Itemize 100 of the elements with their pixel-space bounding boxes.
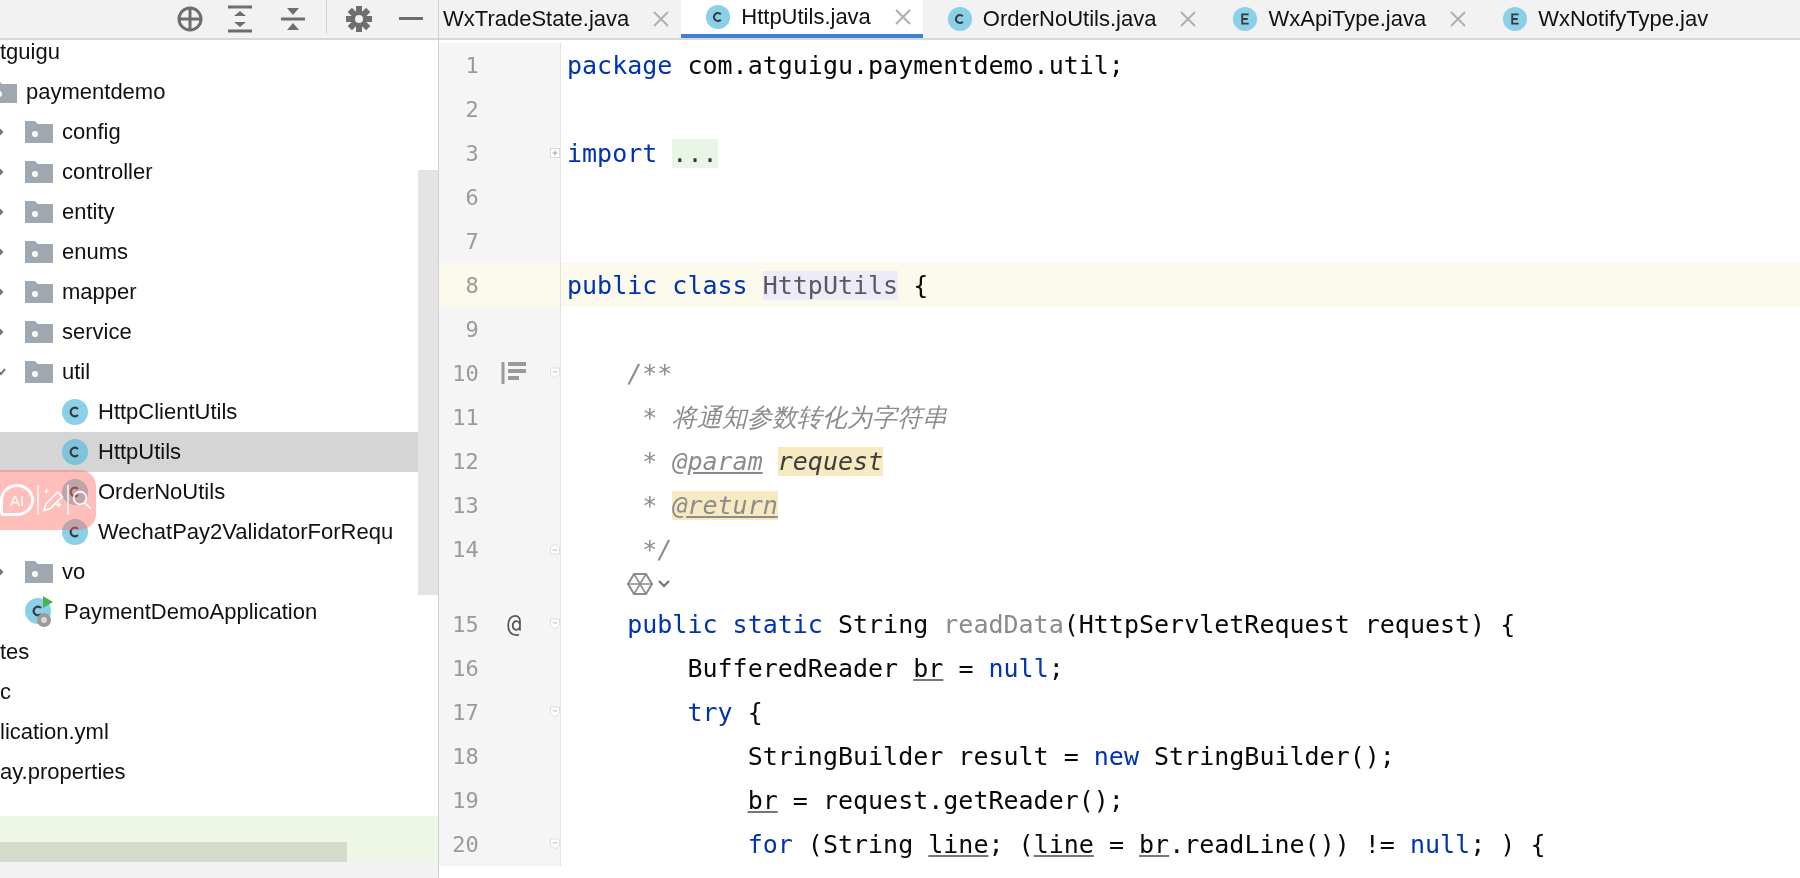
pencil-sparkle-icon[interactable] (42, 486, 64, 514)
editor-tab[interactable]: HttpUtils.java (681, 0, 923, 38)
tree-item-label: util (62, 359, 91, 385)
editor-tab[interactable]: WxApiType.java (1208, 0, 1479, 38)
folder-icon (25, 161, 53, 183)
class-icon (61, 438, 89, 466)
code-line: for (String line; (line = br.readLine()) != null; ) { (746, 829, 1546, 859)
tree-item-label: c (0, 679, 11, 705)
class-icon (705, 4, 732, 30)
inlay-hint-icon[interactable] (625, 571, 671, 596)
settings-icon[interactable] (346, 6, 372, 32)
close-icon[interactable] (894, 9, 911, 25)
line-number: 8 (464, 272, 479, 298)
code-line: public class HttpUtils { (566, 270, 929, 300)
folder-icon (25, 281, 53, 303)
implements-marker[interactable]: @ (507, 610, 522, 638)
tree-item-label: tguigu (0, 40, 60, 65)
tree-item-label: service (62, 319, 132, 345)
tree-item-label: enums (62, 239, 129, 265)
enum-icon (1502, 6, 1529, 32)
code-line: package com.atguigu.paymentdemo.util; (566, 50, 1124, 80)
app-class-icon (25, 596, 55, 628)
line-number: 17 (451, 699, 479, 725)
tree-item-label: controller (62, 159, 153, 185)
line-number: 12 (451, 448, 479, 474)
tree-item[interactable]: entity (25, 192, 418, 232)
tree-item-label: OrderNoUtils (98, 479, 226, 505)
tree-item-label: mapper (62, 279, 137, 305)
tree-item[interactable]: tes (0, 632, 418, 672)
editor-tab[interactable]: WxNotifyType.jav (1478, 0, 1721, 38)
tree-item-label: paymentdemo (26, 79, 166, 105)
tree-item[interactable]: mapper (25, 272, 418, 312)
tree-item-label: entity (62, 199, 115, 225)
code-line: StringBuilder result = new StringBuilder(); (746, 741, 1395, 771)
editor-tab[interactable]: WxTradeState.java (439, 0, 682, 38)
line-number: 16 (451, 655, 479, 681)
class-icon (946, 6, 973, 32)
folder-icon (25, 201, 53, 223)
tree-item-label: PaymentDemoApplication (64, 599, 318, 625)
chevron-down-icon[interactable] (0, 366, 7, 378)
tree-item[interactable]: util (25, 352, 418, 392)
tree-item-label: config (62, 119, 121, 145)
code-line: br = request.getReader(); (746, 785, 1124, 815)
tree-item-label: lication.yml (0, 719, 109, 745)
tree-item[interactable]: enums (25, 232, 418, 272)
minimize-icon[interactable] (399, 16, 423, 22)
tree-item-label: vo (62, 559, 86, 585)
line-number: 3 (464, 140, 479, 166)
line-number: 1 (464, 52, 479, 78)
rendered-doc-icon[interactable] (501, 362, 528, 384)
code-line: * 将通知参数转化为字符串 (641, 401, 948, 434)
code-line: BufferedReader br = null; (686, 653, 1064, 683)
line-number: 9 (464, 316, 479, 342)
locate-icon[interactable] (176, 5, 204, 33)
editor-tab[interactable]: OrderNoUtils.java (922, 0, 1209, 38)
tree-item-label: HttpClientUtils (98, 399, 238, 425)
line-number: 19 (451, 787, 479, 813)
line-number: 11 (451, 404, 479, 430)
tree-item[interactable]: PaymentDemoApplication (25, 592, 418, 632)
class-icon (61, 518, 89, 546)
code-line: */ (641, 534, 673, 564)
horizontal-scrollbar-thumb[interactable] (0, 842, 347, 862)
search-icon[interactable] (72, 490, 92, 510)
scrollbar-thumb[interactable] (418, 170, 438, 595)
line-number: 18 (451, 743, 479, 769)
tree-item[interactable]: c (0, 672, 418, 712)
line-number: 14 (451, 536, 479, 562)
tree-item-label: HttpUtils (98, 439, 182, 465)
class-icon (61, 398, 89, 426)
code-line: * @return (641, 490, 778, 520)
line-number: 13 (451, 492, 479, 518)
tree-item[interactable]: HttpClientUtils (61, 392, 418, 432)
folder-icon (25, 121, 53, 143)
line-number: 15 (451, 611, 479, 637)
enum-icon (1232, 6, 1259, 32)
tree-item[interactable]: tguigu (0, 40, 418, 72)
code-line: * @param request (641, 446, 884, 476)
tree-item[interactable]: OrderNoUtils (61, 472, 418, 512)
tree-item[interactable]: service (25, 312, 418, 352)
tree-item-label: ay.properties (0, 759, 126, 785)
code-line: import ... (566, 138, 718, 168)
tree-item[interactable]: paymentdemo (0, 72, 418, 112)
tree-item-label: tes (0, 639, 30, 665)
folder-icon (25, 241, 53, 263)
line-number: 6 (464, 184, 479, 210)
expand-all-icon[interactable] (228, 5, 252, 33)
code-line: try { (686, 697, 763, 727)
tree-item-label: WechatPay2ValidatorForRequ (98, 519, 394, 545)
line-number: 7 (464, 228, 479, 254)
tree-item[interactable]: vo (25, 552, 418, 592)
collapse-all-icon[interactable] (281, 6, 305, 32)
line-number: 2 (464, 96, 479, 122)
class-icon (61, 478, 89, 506)
tree-item[interactable]: ay.properties (0, 752, 418, 792)
folder-icon (25, 561, 53, 583)
tree-item[interactable]: HttpUtils (61, 432, 418, 472)
tree-item[interactable]: controller (25, 152, 418, 192)
tree-item[interactable]: WechatPay2ValidatorForRequ (61, 512, 418, 552)
tree-item[interactable]: config (25, 112, 418, 152)
tree-item[interactable]: lication.yml (0, 712, 418, 752)
